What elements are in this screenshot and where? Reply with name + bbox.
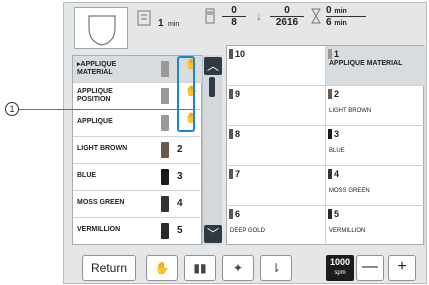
callout-marker: 1 <box>5 102 19 116</box>
spool-icon <box>161 142 169 158</box>
spool-icon <box>161 169 169 185</box>
grid-cell[interactable]: 5 VERMILLION <box>326 206 425 246</box>
stitch-count: 0 2616 <box>270 5 304 28</box>
grid-cell[interactable]: 3 BLUE <box>326 126 425 166</box>
scroll-down-button[interactable]: ﹀ <box>204 225 222 243</box>
shield-preview-icon <box>88 15 116 46</box>
spool-icon <box>161 223 169 239</box>
callout-line <box>19 109 195 110</box>
scroll-thumb[interactable] <box>209 77 215 97</box>
wand-button[interactable]: ✦ <box>222 255 254 281</box>
grid-cell[interactable]: 8 <box>227 126 326 166</box>
embroidery-screen: 1 min 0 8 ↓ 0 2616 0 min 6 min ▸APPLIQUE… <box>63 2 427 284</box>
bottom-toolbar: Return ✋ ▮▮ ✦ ⇂ 1000 spm — + <box>64 251 426 283</box>
list-item[interactable]: LIGHT BROWN 2 <box>73 137 203 164</box>
callout-frame <box>177 56 195 132</box>
grid-cell[interactable]: 1 APPLIQUE MATERIAL <box>326 46 425 86</box>
time-icon <box>136 9 152 32</box>
list-item[interactable]: BLUE 3 <box>73 164 203 191</box>
grid-cell[interactable]: 7 <box>227 166 326 206</box>
chevron-up-icon: ︿ <box>206 59 219 73</box>
spool-icon <box>161 196 169 212</box>
spool-icon <box>161 88 169 104</box>
pattern-preview <box>74 7 128 49</box>
speed-plus-button[interactable]: + <box>388 255 416 281</box>
grid-cell[interactable]: 4 MOSS GREEN <box>326 166 425 206</box>
thread-trim-button[interactable]: ⇂ <box>260 255 292 281</box>
grid-cell[interactable]: 2 LIGHT BROWN <box>326 86 425 126</box>
time-readout: 1 min <box>158 18 180 29</box>
chevron-down-icon: ﹀ <box>206 227 219 241</box>
color-count: 0 8 <box>222 5 246 28</box>
speed-display: 1000 spm <box>326 255 354 281</box>
color-sequence-grid: 10 1 APPLIQUE MATERIAL 9 2 LIGHT BROWN 8 3… <box>226 45 425 246</box>
grid-cell[interactable]: 9 <box>227 86 326 126</box>
wand-icon: ✦ <box>232 261 244 275</box>
spool-icon <box>161 115 169 131</box>
list-scrollbar[interactable]: ︿ ﹀ <box>202 55 222 245</box>
hand-icon: ✋ <box>154 261 170 275</box>
needle-icon: ↓ <box>256 9 262 23</box>
scroll-up-button[interactable]: ︿ <box>204 57 222 75</box>
spool-icon <box>161 61 169 77</box>
duration-readout: 0 min 6 min <box>326 5 366 28</box>
needle-thread-icon: ⇂ <box>270 261 282 275</box>
hand-tool-button[interactable]: ✋ <box>146 255 178 281</box>
list-item[interactable]: MOSS GREEN 4 <box>73 191 203 218</box>
return-button[interactable]: Return <box>82 255 136 281</box>
grid-cell[interactable]: 10 <box>227 46 326 86</box>
color-count-icon <box>204 7 216 30</box>
color-sort-icon: ▮▮ <box>193 261 207 275</box>
list-item[interactable]: VERMILLION 5 <box>73 218 203 245</box>
grid-cell[interactable]: 6 DEEP GOLD <box>227 206 326 246</box>
hourglass-icon <box>310 7 322 30</box>
sort-colors-button[interactable]: ▮▮ <box>184 255 216 281</box>
speed-minus-button[interactable]: — <box>356 255 384 281</box>
